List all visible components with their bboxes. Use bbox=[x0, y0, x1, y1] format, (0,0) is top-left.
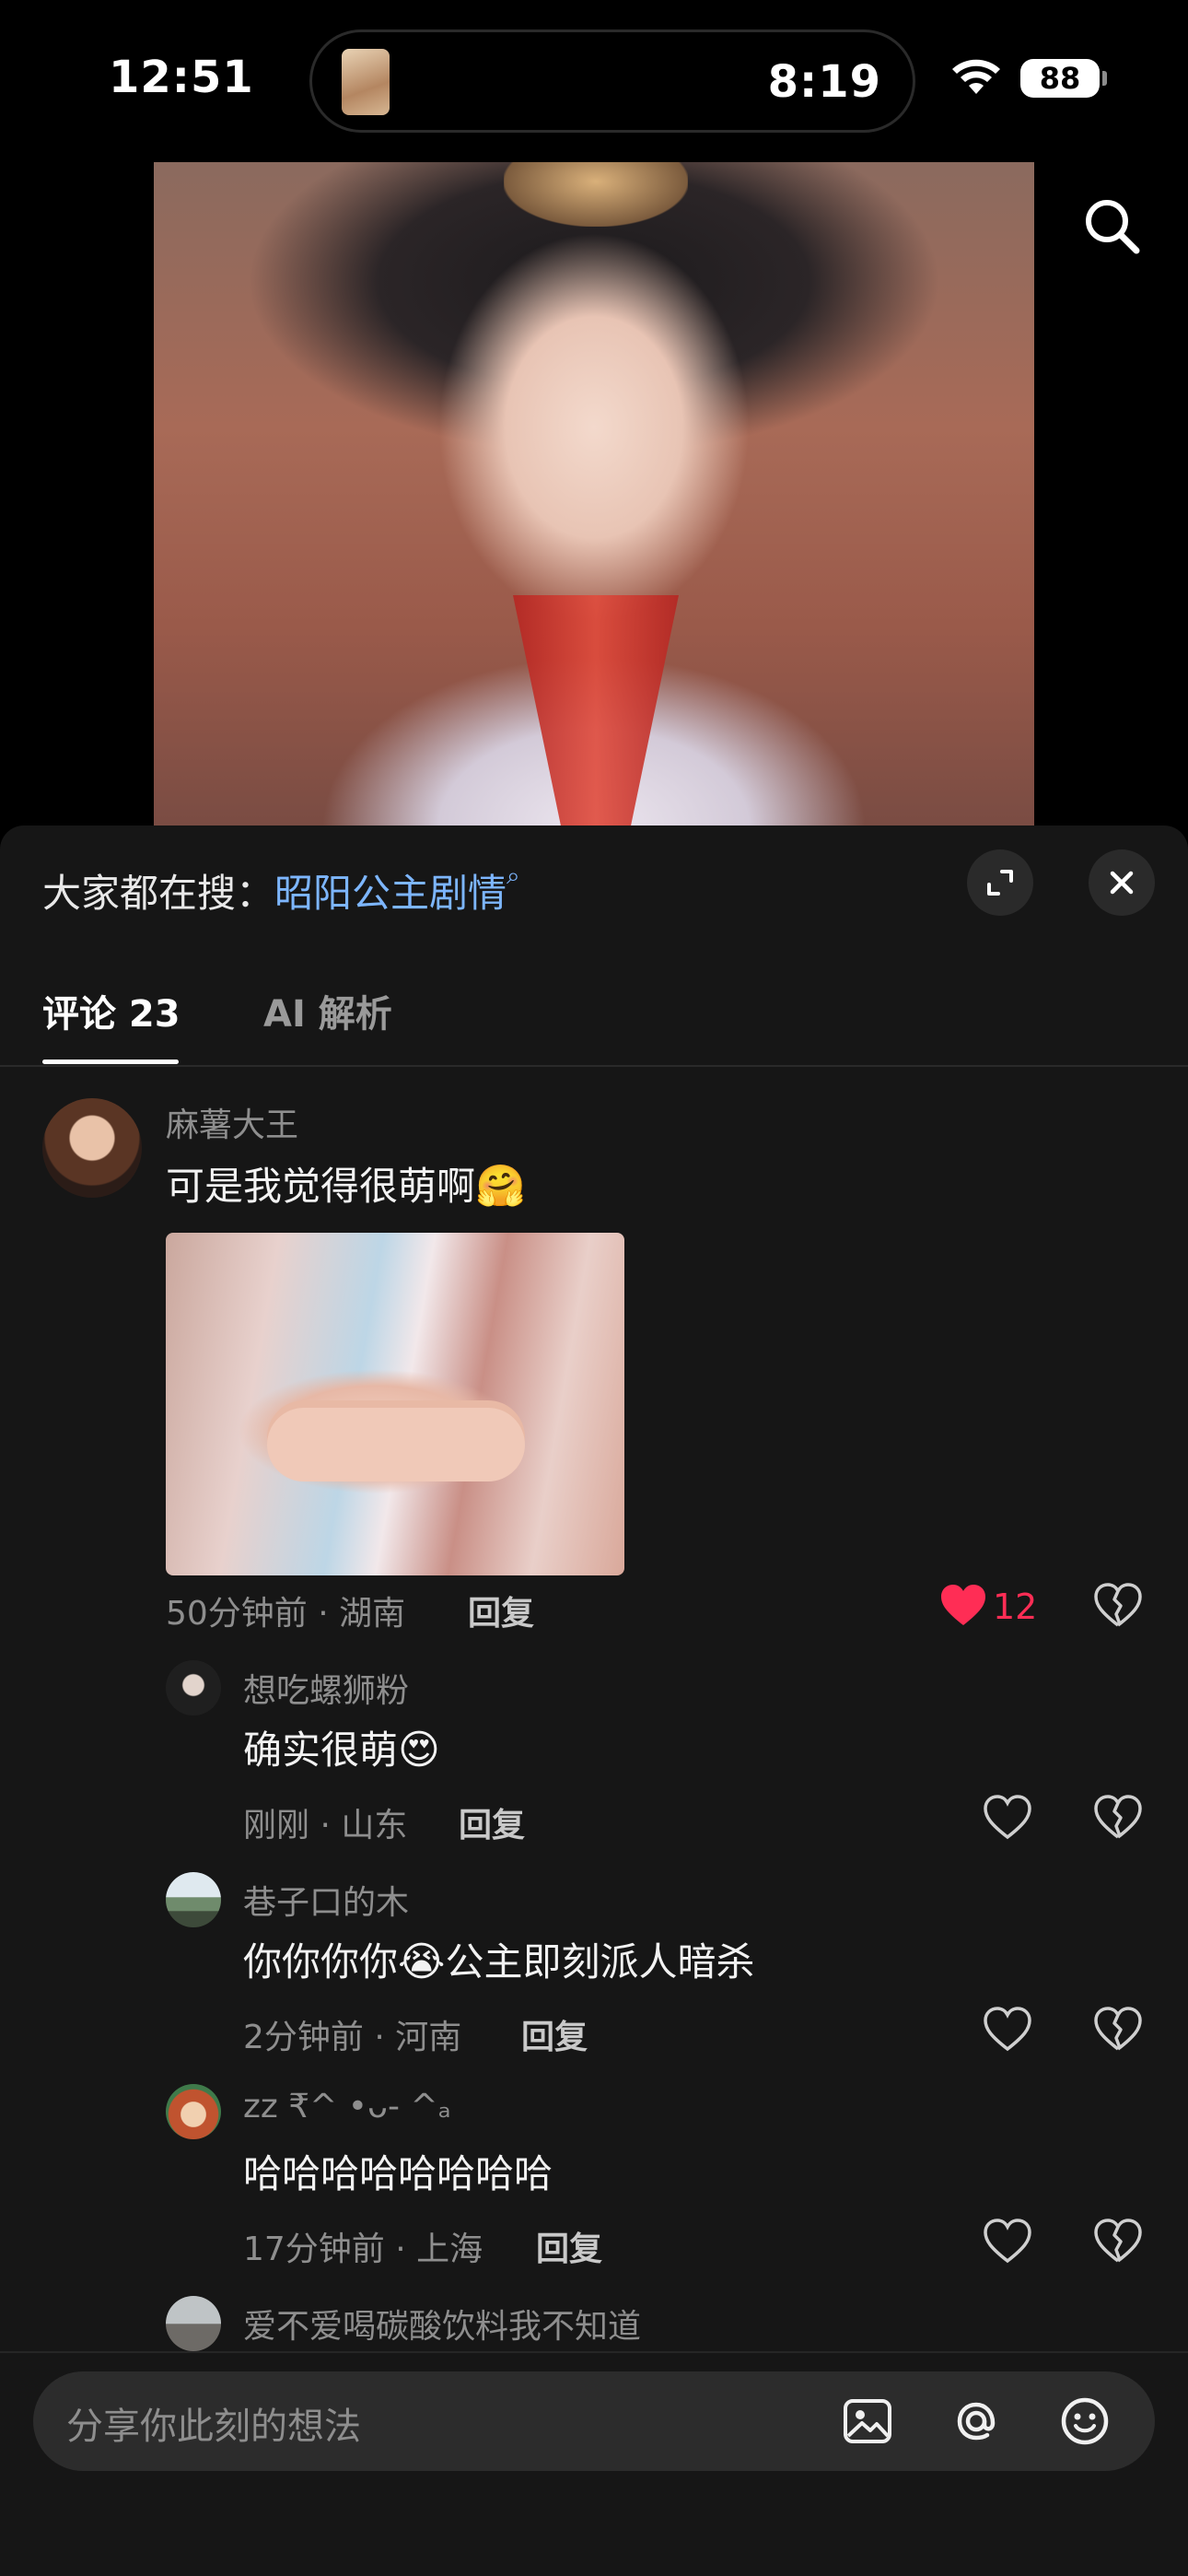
heart-icon[interactable] bbox=[982, 2005, 1033, 2056]
comment-input-bar: 分享你此刻的想法 bbox=[0, 2351, 1188, 2576]
heart-icon[interactable] bbox=[982, 1793, 1033, 1844]
search-small-icon: ⌕ bbox=[507, 862, 520, 890]
like-count: 12 bbox=[993, 1587, 1038, 1627]
at-icon[interactable] bbox=[949, 2394, 1004, 2449]
active-tab-indicator bbox=[42, 1060, 179, 1064]
avatar[interactable] bbox=[166, 1872, 221, 1927]
search-icon[interactable] bbox=[1079, 193, 1144, 258]
battery-indicator: 88 bbox=[1020, 59, 1107, 98]
comment-sheet: 大家都在搜：昭阳公主剧情⌕ 评论 23 AI 解析 麻薯大王 可是我觉得很萌啊🤗… bbox=[0, 825, 1188, 2576]
video-frame-detail bbox=[504, 162, 688, 227]
reply-meta: 2分钟前 · 河南 bbox=[243, 2019, 462, 2056]
reply-text-tail: 公主即刻派人暗杀 bbox=[445, 1939, 755, 1985]
heart-eyes-emoji: 😍 bbox=[398, 1727, 440, 1774]
image-icon[interactable] bbox=[840, 2394, 895, 2449]
avatar[interactable] bbox=[166, 2084, 221, 2139]
hug-emoji: 🤗 bbox=[475, 1163, 526, 1210]
broken-heart-icon[interactable] bbox=[1092, 1581, 1144, 1633]
expand-icon bbox=[987, 870, 1013, 896]
trending-term-link[interactable]: 昭阳公主剧情 bbox=[274, 871, 507, 916]
reply-button[interactable]: 回复 bbox=[521, 2010, 588, 2058]
broken-heart-icon[interactable] bbox=[1092, 1793, 1144, 1844]
comment-text-body: 可是我觉得很萌啊 bbox=[166, 1164, 476, 1209]
tab-ai-analysis[interactable]: AI 解析 bbox=[263, 984, 392, 1037]
reply-text: 哈哈哈哈哈哈哈哈 bbox=[243, 2151, 553, 2196]
comment-input[interactable]: 分享你此刻的想法 bbox=[33, 2371, 1155, 2471]
reply-button[interactable]: 回复 bbox=[459, 1798, 525, 1846]
comment-input-placeholder: 分享你此刻的想法 bbox=[66, 2406, 361, 2448]
image-detail bbox=[267, 1408, 525, 1481]
close-icon bbox=[1110, 871, 1134, 895]
crying-emoji: 😭 bbox=[398, 1938, 446, 1985]
island-timer: 8:19 bbox=[767, 56, 881, 108]
reply-button[interactable]: 回复 bbox=[536, 2222, 602, 2270]
reply-username[interactable]: 想吃螺狮粉 bbox=[243, 1664, 409, 1712]
reply-text-body: 你你你你 bbox=[243, 1939, 399, 1985]
reply-text: 确实很萌😍 bbox=[243, 1719, 440, 1775]
avatar[interactable] bbox=[166, 1660, 221, 1715]
reply-button[interactable]: 回复 bbox=[468, 1587, 534, 1634]
heart-icon[interactable] bbox=[938, 1581, 989, 1633]
trending-search[interactable]: 大家都在搜：昭阳公主剧情⌕ bbox=[42, 862, 520, 919]
broken-heart-icon[interactable] bbox=[1092, 2217, 1144, 2268]
trending-prefix: 大家都在搜： bbox=[42, 871, 275, 916]
comment-meta: 50分钟前 · 湖南 bbox=[166, 1595, 406, 1633]
broken-heart-icon[interactable] bbox=[1092, 2005, 1144, 2056]
reply-text: 你你你你😭公主即刻派人暗杀 bbox=[243, 1931, 754, 1987]
avatar[interactable] bbox=[166, 2296, 221, 2351]
reply-username[interactable]: zz ₹^ •ᴗ- ^ₐ bbox=[243, 2088, 451, 2125]
video-frame-detail bbox=[513, 595, 679, 825]
reply-meta: 刚刚 · 山东 bbox=[243, 1807, 408, 1844]
reply-meta: 17分钟前 · 上海 bbox=[243, 2231, 483, 2268]
reply-username[interactable]: 爱不爱喝碳酸饮料我不知道 bbox=[243, 2300, 641, 2348]
status-bar: 12:51 8:19 88 bbox=[0, 0, 1188, 157]
status-time: 12:51 bbox=[109, 52, 254, 103]
wifi-icon bbox=[952, 59, 1000, 94]
emoji-icon[interactable] bbox=[1057, 2394, 1112, 2449]
comment-username[interactable]: 麻薯大王 bbox=[166, 1098, 298, 1146]
tab-comments[interactable]: 评论 23 bbox=[42, 984, 181, 1037]
close-button[interactable] bbox=[1089, 849, 1155, 916]
reply-username[interactable]: 巷子口的木 bbox=[243, 1876, 409, 1924]
tab-bar: 评论 23 AI 解析 bbox=[0, 964, 1188, 1067]
island-media-thumbnail bbox=[342, 49, 390, 115]
comment-image[interactable] bbox=[166, 1233, 624, 1575]
avatar[interactable] bbox=[42, 1098, 142, 1198]
expand-button[interactable] bbox=[967, 849, 1033, 916]
comment-text: 可是我觉得很萌啊🤗 bbox=[166, 1155, 526, 1212]
dynamic-island[interactable]: 8:19 bbox=[309, 29, 915, 133]
reply-text-body: 确实很萌 bbox=[243, 1727, 399, 1773]
video-player[interactable] bbox=[154, 162, 1034, 825]
heart-icon[interactable] bbox=[982, 2217, 1033, 2268]
